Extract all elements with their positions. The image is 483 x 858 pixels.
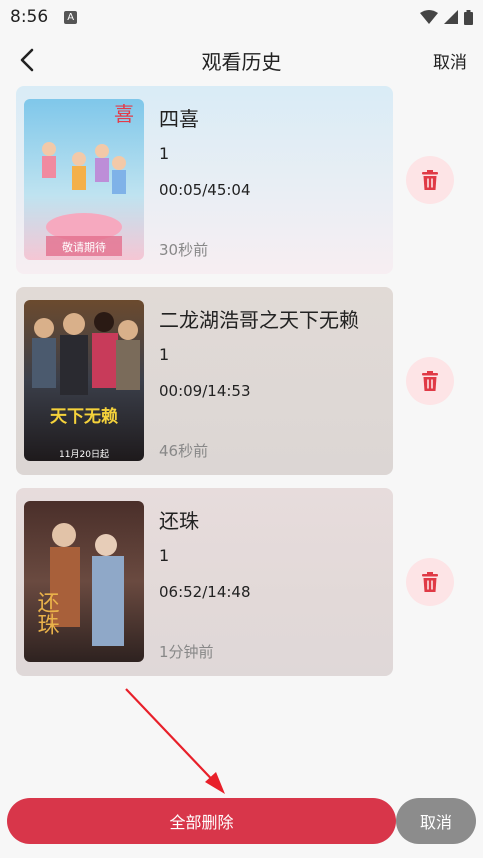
poster-2-big-text: 天下无赖 — [50, 406, 118, 427]
delete-all-button[interactable]: 全部删除 — [7, 798, 396, 844]
notification-icon: A — [64, 10, 78, 24]
history-item[interactable]: 还珠 还珠 1 06:52/14:48 1分钟前 — [16, 488, 393, 676]
page-title: 观看历史 — [201, 49, 282, 74]
history-list: 喜 敬请期待 四喜 1 00:05/45:04 30秒前 天下无赖 11月20日… — [16, 86, 466, 689]
item-episode: 1 — [159, 546, 170, 565]
delete-item-button[interactable] — [406, 357, 454, 405]
item-title: 四喜 — [159, 107, 199, 131]
item-title: 二龙湖浩哥之天下无赖 — [159, 308, 359, 332]
signal-icon — [444, 10, 458, 24]
trash-icon — [422, 170, 438, 190]
bottom-cancel-button[interactable]: 取消 — [396, 798, 476, 844]
item-progress: 00:09/14:53 — [159, 382, 251, 400]
header: 观看历史 取消 — [0, 38, 483, 82]
item-episode: 1 — [159, 144, 170, 163]
back-arrow-icon[interactable] — [14, 46, 42, 74]
poster-1-top-text: 喜 — [114, 102, 134, 126]
item-watched-ago: 1分钟前 — [159, 643, 214, 661]
poster-2-date: 11月20日起 — [59, 449, 109, 460]
status-time: 8:56 — [10, 7, 49, 27]
battery-icon — [464, 9, 473, 25]
status-bar: 8:56 A — [0, 0, 483, 34]
status-icons — [420, 9, 473, 25]
item-title: 还珠 — [159, 509, 199, 533]
history-item[interactable]: 天下无赖 11月20日起 二龙湖浩哥之天下无赖 1 00:09/14:53 46… — [16, 287, 393, 475]
poster-image[interactable]: 天下无赖 11月20日起 — [24, 300, 144, 461]
item-watched-ago: 46秒前 — [159, 442, 209, 460]
item-progress: 00:05/45:04 — [159, 181, 251, 199]
poster-image[interactable]: 还珠 — [24, 501, 144, 662]
trash-icon — [422, 371, 438, 391]
delete-item-button[interactable] — [406, 156, 454, 204]
wifi-icon — [420, 10, 438, 24]
poster-3-text: 还珠 — [34, 591, 60, 635]
header-cancel-button[interactable]: 取消 — [433, 48, 467, 73]
trash-icon — [422, 572, 438, 592]
item-progress: 06:52/14:48 — [159, 583, 251, 601]
poster-1-bottom-text: 敬请期待 — [62, 240, 106, 254]
delete-item-button[interactable] — [406, 558, 454, 606]
item-episode: 1 — [159, 345, 170, 364]
item-watched-ago: 30秒前 — [159, 241, 209, 259]
poster-image[interactable]: 喜 敬请期待 — [24, 99, 144, 260]
history-item[interactable]: 喜 敬请期待 四喜 1 00:05/45:04 30秒前 — [16, 86, 393, 274]
